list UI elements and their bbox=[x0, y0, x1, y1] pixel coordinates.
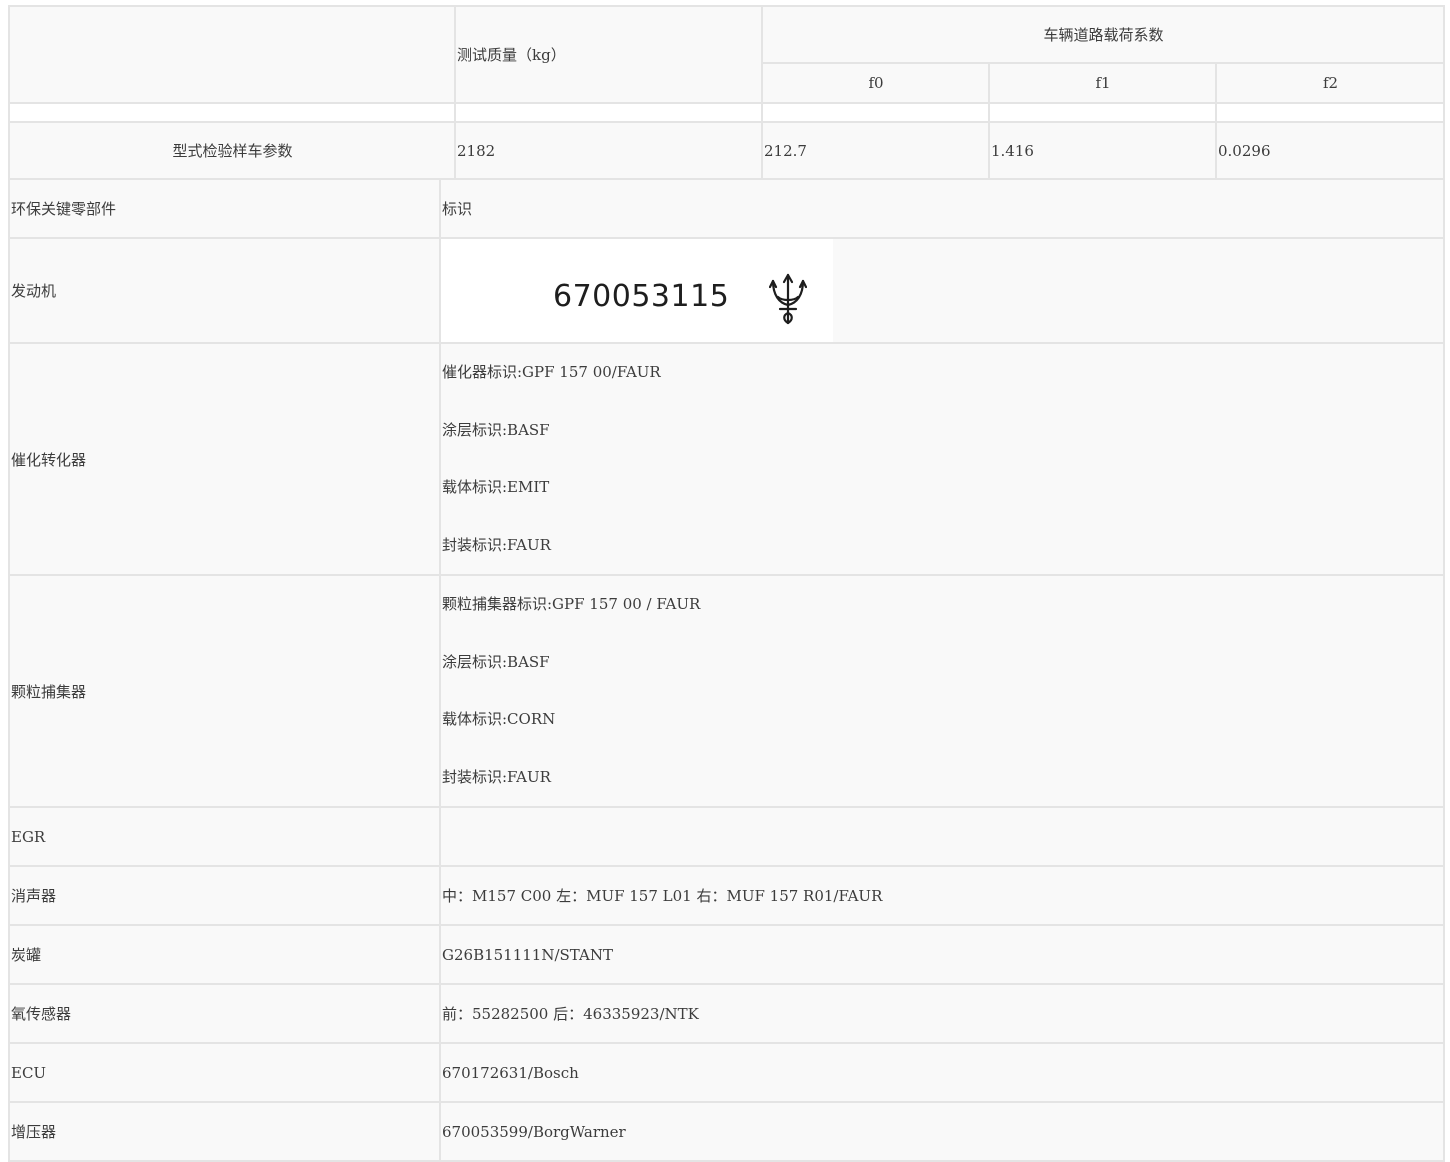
canister-label: 炭罐 bbox=[8, 924, 441, 985]
trident-logo-icon bbox=[769, 273, 807, 325]
road-load-header: 车辆道路载荷系数 bbox=[760, 5, 1446, 64]
params-header-blank bbox=[8, 5, 456, 104]
coef-f0-header: f0 bbox=[761, 62, 990, 104]
f0-value: 212.7 bbox=[761, 121, 990, 180]
vehicle-params-table: 测试质量（kg） 车辆道路载荷系数 f0 f1 f2 型式检验样车参数 2182… bbox=[8, 5, 1446, 180]
ecu-value: 670172631/Bosch bbox=[439, 1042, 1445, 1103]
catalyst-label: 催化转化器 bbox=[8, 342, 441, 576]
gap-cell bbox=[8, 102, 456, 123]
egr-label: EGR bbox=[8, 806, 441, 867]
ecu-label: ECU bbox=[8, 1042, 441, 1103]
gap-cell bbox=[1214, 102, 1446, 123]
test-mass-value: 2182 bbox=[454, 121, 763, 180]
canning-id-line: 封装标识:FAUR bbox=[442, 535, 551, 554]
engine-stamp-cell: 670053115 bbox=[439, 237, 1445, 344]
canning-id-line: 封装标识:FAUR bbox=[442, 767, 551, 786]
catalyst-id-line: 催化器标识:GPF 157 00/FAUR bbox=[442, 363, 661, 381]
gpf-ids: 颗粒捕集器标识:GPF 157 00 / FAUR 涂层标识:BASF 载体标识… bbox=[439, 574, 1445, 808]
gap-cell bbox=[454, 102, 763, 123]
canister-value: G26B151111N/STANT bbox=[439, 924, 1445, 985]
muffler-label: 消声器 bbox=[8, 865, 441, 926]
sample-params-label: 型式检验样车参数 bbox=[8, 121, 456, 180]
substrate-id-line: 载体标识:CORN bbox=[442, 710, 556, 728]
component-header: 环保关键零部件 bbox=[8, 178, 441, 239]
f1-value: 1.416 bbox=[988, 121, 1217, 180]
f2-value: 0.0296 bbox=[1214, 121, 1446, 180]
components-table: 环保关键零部件 标识 发动机 670053115 催化转化器 催化器标识:GPF… bbox=[8, 178, 1445, 1162]
coef-f2-header: f2 bbox=[1214, 62, 1446, 104]
egr-value bbox=[439, 806, 1445, 867]
engine-label: 发动机 bbox=[8, 237, 441, 344]
coating-id-line: 涂层标识:BASF bbox=[442, 420, 550, 439]
substrate-id-line: 载体标识:EMIT bbox=[442, 478, 550, 496]
gpf-id-line: 颗粒捕集器标识:GPF 157 00 / FAUR bbox=[442, 595, 701, 613]
o2-sensor-label: 氧传感器 bbox=[8, 983, 441, 1044]
test-mass-header: 测试质量（kg） bbox=[454, 5, 763, 104]
gap-cell bbox=[988, 102, 1217, 123]
coef-f1-header: f1 bbox=[988, 62, 1217, 104]
engine-number: 670053115 bbox=[553, 279, 730, 314]
coating-id-line: 涂层标识:BASF bbox=[442, 652, 550, 671]
catalyst-ids: 催化器标识:GPF 157 00/FAUR 涂层标识:BASF 载体标识:EMI… bbox=[439, 342, 1445, 576]
gpf-label: 颗粒捕集器 bbox=[8, 574, 441, 808]
o2-sensor-value: 前：55282500 后：46335923/NTK bbox=[439, 983, 1445, 1044]
gap-cell bbox=[761, 102, 990, 123]
engine-stamp-image: 670053115 bbox=[442, 240, 833, 341]
turbo-value: 670053599/BorgWarner bbox=[439, 1101, 1445, 1162]
identifier-header: 标识 bbox=[439, 178, 1445, 239]
turbo-label: 增压器 bbox=[8, 1101, 441, 1162]
muffler-value: 中：M157 C00 左：MUF 157 L01 右：MUF 157 R01/F… bbox=[439, 865, 1445, 926]
